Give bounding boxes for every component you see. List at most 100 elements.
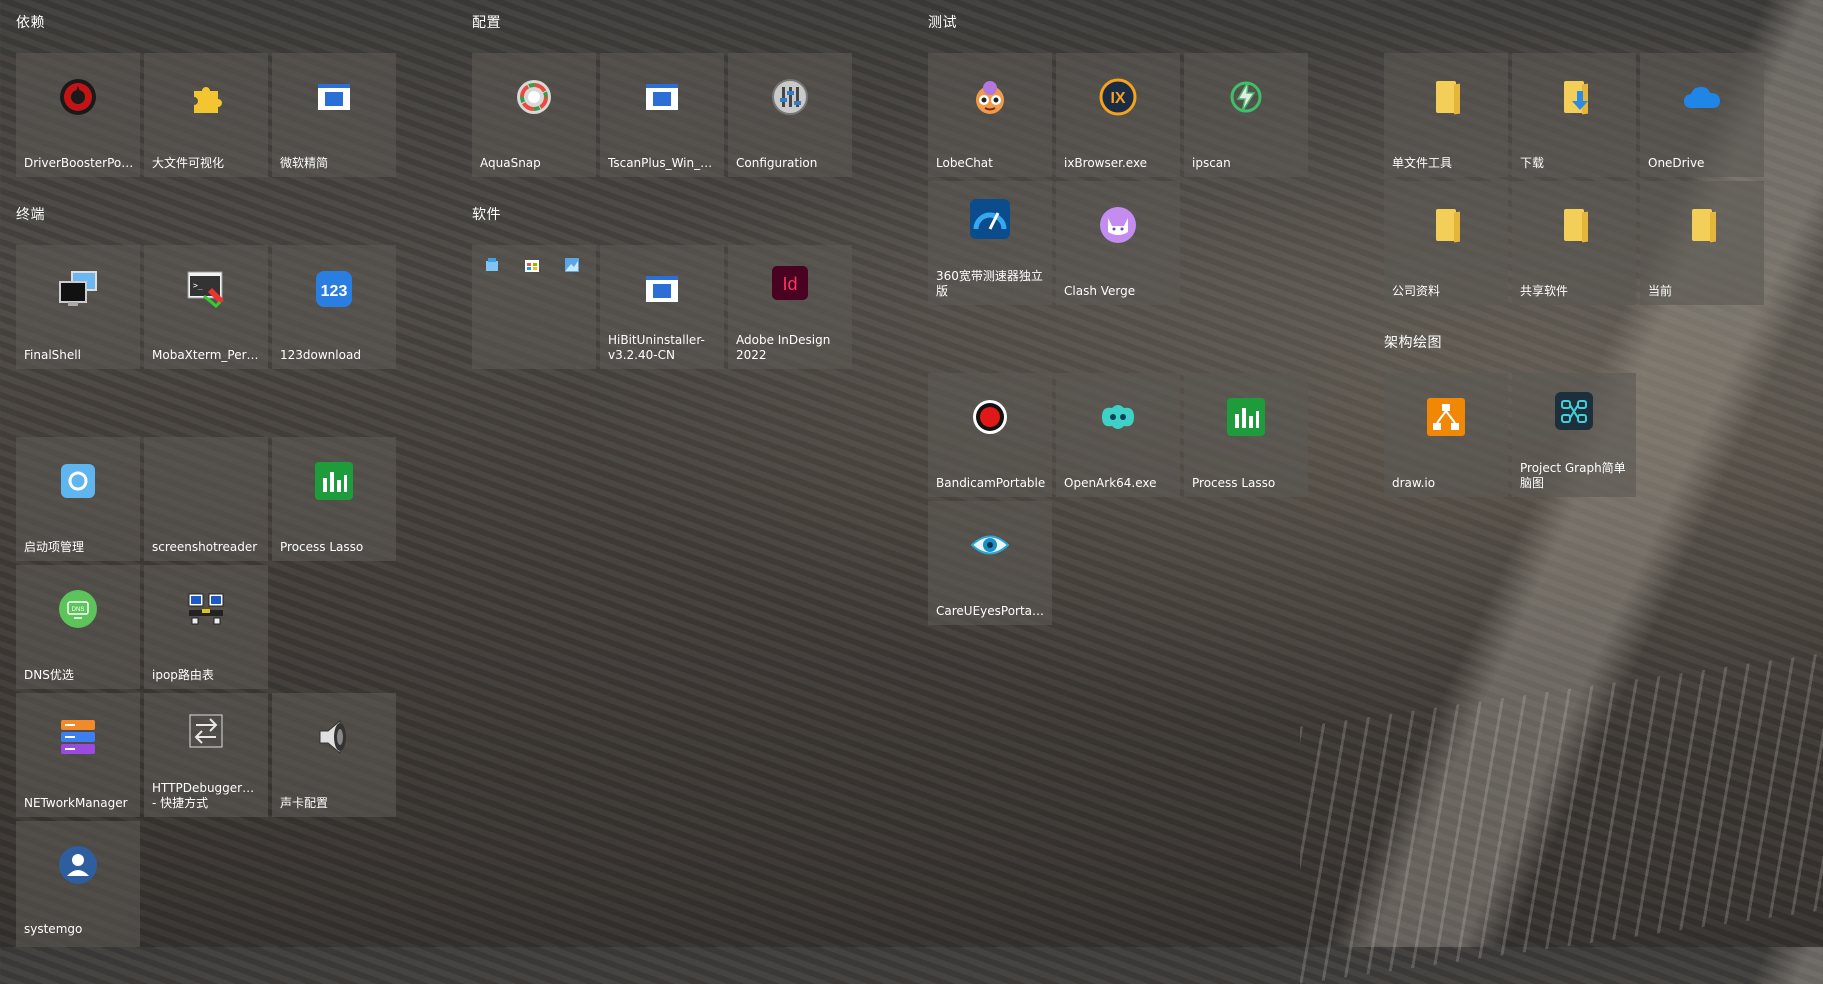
tile-label: Clash Verge [1064,284,1136,298]
tile-folder-group[interactable] [472,245,596,369]
openark-icon [1098,397,1138,437]
tile-ixbrowser[interactable]: IX ixBrowser.exe [1056,53,1180,177]
tile-systemgo[interactable]: systemgo [16,821,140,947]
tile-label: DriverBoosterPort... [24,156,134,170]
tile-ipscan[interactable]: ipscan [1184,53,1308,177]
tile-label: ixBrowser.exe [1064,156,1148,170]
tile-hibit[interactable]: HiBitUninstaller-v3.2.40-CN [600,245,724,369]
tile-bigfile[interactable]: 大文件可视化 [144,53,268,177]
tile-careueyes[interactable]: CareUEyesPortable [928,501,1052,625]
tile-screenshotreader[interactable]: screenshotreader [144,437,268,561]
tile-label: 启动项管理 [24,540,85,554]
puzzle-icon [186,77,226,117]
tile-processlasso-test[interactable]: Process Lasso [1184,373,1308,497]
tile-aquasnap[interactable]: AquaSnap [472,53,596,177]
tile-label: screenshotreader [152,540,258,554]
app-window-icon [642,77,682,117]
aquasnap-icon [514,77,554,117]
tile-lobechat[interactable]: LobeChat [928,53,1052,177]
svg-text:>_: >_ [193,281,203,290]
finalshell-icon [58,269,98,309]
tile-openark[interactable]: OpenArk64.exe [1056,373,1180,497]
tile-label: ipop路由表 [152,668,214,682]
tile-drawio[interactable]: draw.io [1384,373,1508,497]
project-graph-icon [1554,391,1594,431]
app-window-icon [642,269,682,309]
group-title-ceshi: 测试 [928,15,957,31]
tile-clashverge[interactable]: Clash Verge [1056,181,1180,305]
svg-text:DNS: DNS [72,607,85,613]
mobaxterm-icon: >_ [186,269,226,309]
group-title-zhongduan: 终端 [16,207,45,223]
tile-xiazai[interactable]: 下载 [1512,53,1636,177]
tile-label: systemgo [24,922,83,936]
bandicam-icon [970,397,1010,437]
ipop-icon [186,589,226,629]
tile-projectgraph[interactable]: Project Graph简单脑图 [1512,373,1636,497]
tile-gongxiangruanjian[interactable]: 共享软件 [1512,181,1636,305]
tile-label: Process Lasso [1192,476,1276,490]
tile-label: Adobe InDesign 2022 [736,333,831,362]
tile-gongsiziliao[interactable]: 公司资料 [1384,181,1508,305]
process-lasso-icon [314,461,354,501]
tile-label: 公司资料 [1392,284,1441,298]
tile-shengka[interactable]: 声卡配置 [272,693,396,817]
tile-label: CareUEyesPortable [936,604,1046,618]
photo-icon [564,257,580,273]
group-title-peizhi: 配置 [472,15,501,31]
tile-label: FinalShell [24,348,81,362]
tile-weiruanjingjian[interactable]: 微软精简 [272,53,396,177]
tile-label: AquaSnap [480,156,541,170]
clash-verge-icon [1098,205,1138,245]
process-lasso-icon [1226,397,1266,437]
tile-label: MobaXterm_Perso... [152,348,262,362]
group-title-jiagou: 架构绘图 [1384,335,1442,351]
tile-123download[interactable]: 123 123download [272,245,396,369]
tile-label: OpenArk64.exe [1064,476,1157,490]
tile-mobaxterm[interactable]: >_ MobaXterm_Perso... [144,245,268,369]
tile-label: LobeChat [936,156,993,170]
tile-bandicam[interactable]: BandicamPortable [928,373,1052,497]
tile-ipop[interactable]: ipop路由表 [144,565,268,689]
folder-icon [1426,205,1466,245]
tile-qidongxiang[interactable]: 启动项管理 [16,437,140,561]
tile-label: Process Lasso [280,540,364,554]
tile-label: NETworkManager [24,796,128,810]
tile-label: 大文件可视化 [152,156,225,170]
tile-label: 360宽带测速器独立版 [936,269,1043,298]
tile-label: TscanPlus_Win_A... [608,156,718,170]
tile-label: HTTPDebuggerUI_... - 快捷方式 [152,781,262,810]
tile-indesign[interactable]: Id Adobe InDesign 2022 [728,245,852,369]
tile-label: DNS优选 [24,668,74,682]
folder-icon [1554,205,1594,245]
drawio-icon [1426,397,1466,437]
indesign-icon: Id [770,263,810,303]
folder-icon [1682,205,1722,245]
tile-onedrive[interactable]: OneDrive [1640,53,1764,177]
tile-label: 单文件工具 [1392,156,1453,170]
tile-processlasso-term[interactable]: Process Lasso [272,437,396,561]
tile-tscanplus[interactable]: TscanPlus_Win_A... [600,53,724,177]
tile-danwenjian[interactable]: 单文件工具 [1384,53,1508,177]
tile-label: OneDrive [1648,156,1705,170]
tile-label: 微软精简 [280,156,329,170]
tile-label: 声卡配置 [280,796,329,810]
ipscan-icon [1226,77,1266,117]
tile-dangqian[interactable]: 当前 [1640,181,1764,305]
dns-icon: DNS [58,589,98,629]
tile-configuration[interactable]: Configuration [728,53,852,177]
tile-driverbooster[interactable]: DriverBoosterPort... [16,53,140,177]
speedometer-icon [970,199,1010,239]
network-manager-icon [58,717,98,757]
tile-label: Project Graph简单脑图 [1520,461,1626,490]
tile-360speedtest[interactable]: 360宽带测速器独立版 [928,181,1052,305]
speaker-icon [314,717,354,757]
tile-finalshell[interactable]: FinalShell [16,245,140,369]
tile-httpdebugger[interactable]: HTTPDebuggerUI_... - 快捷方式 [144,693,268,817]
svg-text:IX: IX [1110,90,1125,107]
tile-networkmanager[interactable]: NETworkManager [16,693,140,817]
folder-icon [1426,77,1466,117]
configuration-icon [770,77,810,117]
background-railing [1300,653,1823,984]
tile-dnsyouxuan[interactable]: DNS DNS优选 [16,565,140,689]
